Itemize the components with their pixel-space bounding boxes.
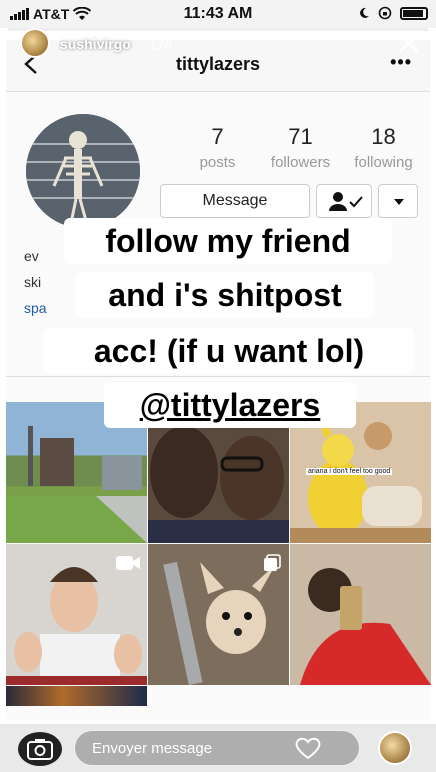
profile-picture <box>26 114 140 228</box>
caret-down-icon <box>394 199 404 205</box>
send-gif-button[interactable] <box>378 731 412 765</box>
stat-label: following <box>354 154 413 171</box>
reply-placeholder: Envoyer message <box>92 740 213 757</box>
stat-posts[interactable]: 7 posts <box>176 124 259 171</box>
stat-value: 18 <box>371 124 396 149</box>
battery-icon <box>400 6 428 20</box>
heart-icon[interactable] <box>294 736 322 760</box>
skeleton-image <box>26 114 140 228</box>
divider <box>6 376 430 377</box>
stat-value: 7 <box>211 124 224 149</box>
bio-link[interactable]: spa <box>24 300 47 316</box>
moon-icon <box>360 7 369 18</box>
close-icon[interactable] <box>396 30 422 56</box>
post-thumbnail[interactable] <box>6 544 147 685</box>
post-thumbnail[interactable] <box>290 544 431 685</box>
caption-line: follow my friend <box>64 218 392 264</box>
following-button[interactable] <box>316 184 372 218</box>
stat-following[interactable]: 18 following <box>342 124 425 171</box>
video-icon <box>116 556 140 570</box>
story-viewer: AT&T 11:43 AM tittylazers ••• 7 posts 71… <box>0 0 436 772</box>
suggestions-dropdown-button[interactable] <box>378 184 418 218</box>
caption-line: acc! (if u want lol) <box>44 328 414 374</box>
message-button[interactable]: Message <box>160 184 310 218</box>
carousel-icon <box>264 554 281 571</box>
bio-line: ev <box>24 248 39 264</box>
post-thumbnail[interactable] <box>148 544 289 685</box>
profile-screenshot: tittylazers ••• 7 posts 71 followers 18 … <box>6 40 431 720</box>
stat-followers[interactable]: 71 followers <box>259 124 342 171</box>
status-right <box>358 6 428 20</box>
stat-label: posts <box>199 154 236 171</box>
story-progress-fill <box>8 28 428 31</box>
camera-button[interactable] <box>18 732 62 766</box>
story-username[interactable]: sushivirgo <box>60 36 131 52</box>
camera-icon <box>27 739 53 760</box>
bio-line: ski <box>24 274 42 290</box>
story-avatar[interactable] <box>20 28 50 58</box>
story-progress-bar <box>8 28 428 31</box>
stat-label: followers <box>270 154 331 171</box>
post-thumbnail-partial <box>6 686 147 706</box>
story-header: sushivirgo 17h <box>0 28 436 58</box>
rotation-lock-icon <box>378 6 392 20</box>
post-overlay-text: ariana i don't feel too good <box>306 468 393 475</box>
profile-handle: tittylazers <box>175 54 261 74</box>
caption-line: and i's shitpost <box>76 272 374 318</box>
phone-selfie-image <box>290 544 431 685</box>
story-age: 17h <box>149 36 173 52</box>
person-check-icon <box>329 192 363 211</box>
profile-stats: 7 posts 71 followers 18 following <box>176 124 426 171</box>
status-bar: AT&T 11:43 AM <box>0 0 436 28</box>
reply-bar: Envoyer message <box>0 724 436 772</box>
caption-mention[interactable]: @tittylazers <box>104 382 356 428</box>
stat-value: 71 <box>288 124 313 149</box>
